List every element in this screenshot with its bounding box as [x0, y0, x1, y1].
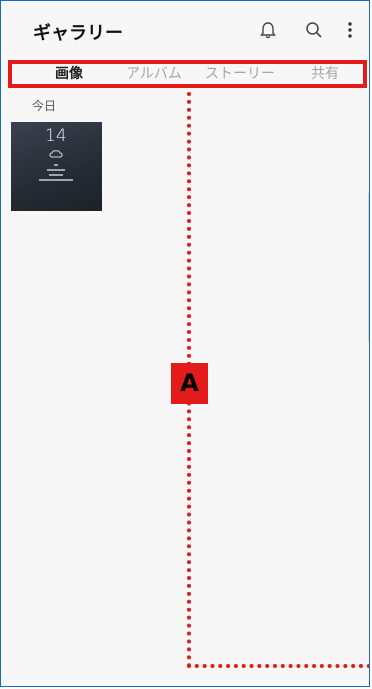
annotation-label: A	[171, 363, 208, 404]
annotation-dotted-line-horizontal	[187, 664, 369, 668]
weather-icon	[49, 150, 63, 158]
gallery-app-screen: ギャラリー 画像 アルバム ストーリー 共有 今日 14 A	[0, 0, 370, 687]
tab-stories[interactable]: ストーリー	[205, 64, 275, 84]
bell-icon[interactable]	[258, 20, 278, 40]
app-title: ギャラリー	[33, 23, 123, 44]
tab-shared[interactable]: 共有	[311, 64, 339, 84]
edge-panel-handle[interactable]	[368, 191, 369, 343]
tab-albums[interactable]: アルバム	[126, 64, 182, 84]
app-header: ギャラリー	[1, 1, 369, 59]
tab-bar: 画像 アルバム ストーリー 共有	[8, 60, 367, 88]
thumbnail-text-line	[47, 169, 65, 171]
thumbnail-text-line	[54, 164, 58, 166]
thumbnail-text-line	[39, 179, 73, 181]
photo-thumbnail[interactable]: 14	[11, 122, 102, 211]
thumbnail-time-text: 14	[45, 126, 67, 146]
section-date-header: 今日	[32, 99, 57, 113]
tab-images[interactable]: 画像	[55, 64, 83, 84]
more-vertical-icon[interactable]	[340, 20, 360, 40]
search-icon[interactable]	[304, 20, 324, 40]
thumbnail-text-line	[49, 174, 63, 176]
